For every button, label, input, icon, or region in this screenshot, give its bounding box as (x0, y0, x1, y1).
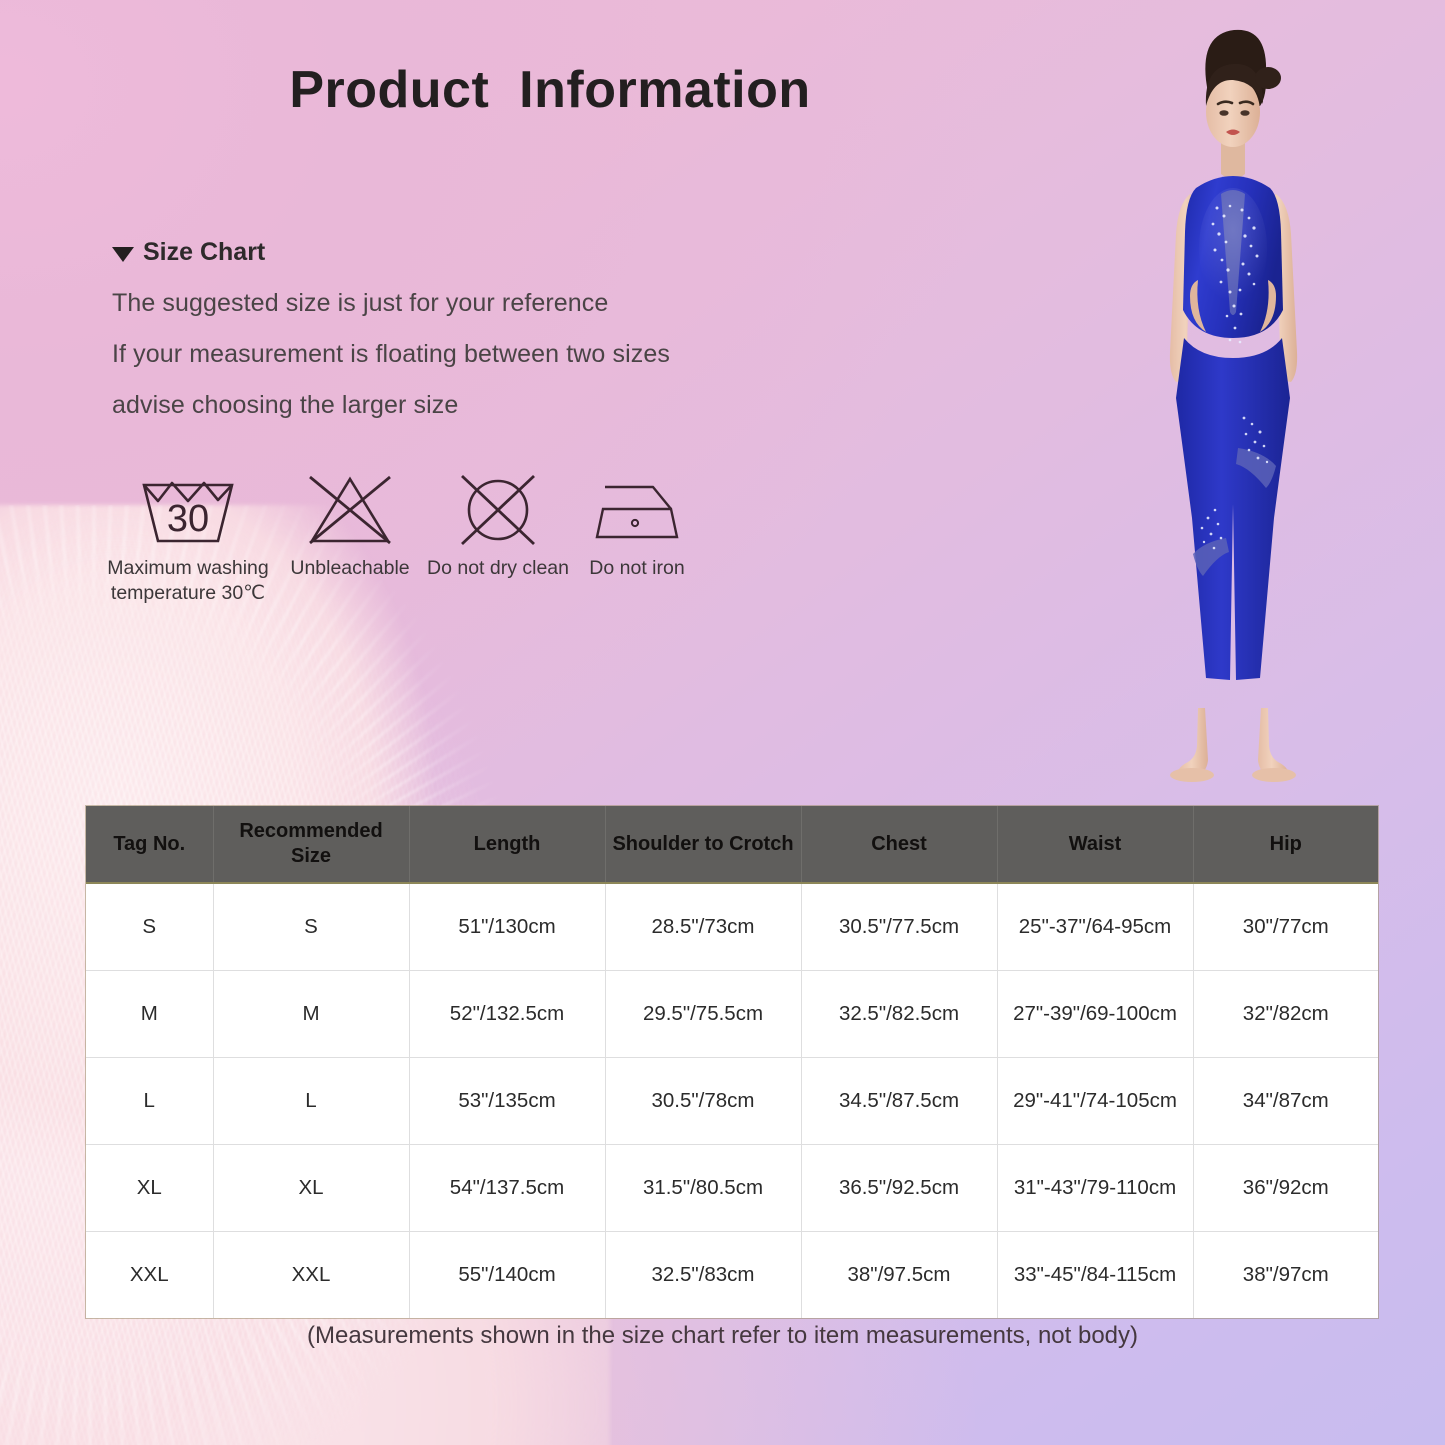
cell-length: 54"/137.5cm (409, 1144, 606, 1232)
cell-length: 55"/140cm (409, 1231, 606, 1318)
cell-waist: 33"-45"/84-115cm (997, 1231, 1194, 1318)
size-chart-table: Tag No. Recommended Size Length Shoulder… (86, 806, 1378, 1318)
care-symbol-do-not-dry-clean: Do not dry clean (424, 470, 572, 581)
cell-shoulder-to-crotch: 29.5"/75.5cm (605, 970, 802, 1058)
cell-hip: 38"/97cm (1193, 1231, 1378, 1318)
cell-hip: 36"/92cm (1193, 1144, 1378, 1232)
cell-recommended-size: S (213, 883, 410, 971)
column-header-tag-no: Tag No. (86, 806, 214, 884)
table-row: L L 53"/135cm 30.5"/78cm 34.5"/87.5cm 29… (86, 1057, 1378, 1145)
care-label-dryclean: Do not dry clean (427, 557, 569, 579)
cell-recommended-size: L (213, 1057, 410, 1145)
cell-shoulder-to-crotch: 28.5"/73cm (605, 883, 802, 971)
cell-recommended-size: XL (213, 1144, 410, 1232)
size-chart-section: Size Chart The suggested size is just fo… (112, 238, 670, 420)
cell-length: 53"/135cm (409, 1057, 606, 1145)
column-header-waist: Waist (997, 806, 1194, 884)
cell-tag-no: XXL (86, 1231, 214, 1318)
cell-recommended-size: XXL (213, 1231, 410, 1318)
size-note-1: The suggested size is just for your refe… (112, 289, 609, 317)
column-header-recommended-size: Recommended Size (213, 806, 410, 884)
care-symbols-row: 30 Maximum washing temperature 30℃ Unble… (100, 470, 702, 606)
cell-shoulder-to-crotch: 32.5"/83cm (605, 1231, 802, 1318)
do-not-bleach-triangle-icon (302, 470, 398, 550)
column-header-hip: Hip (1193, 806, 1378, 884)
cell-tag-no: L (86, 1057, 214, 1145)
cell-chest: 30.5"/77.5cm (801, 883, 998, 971)
cell-waist: 31"-43"/79-110cm (997, 1144, 1194, 1232)
size-chart-heading: Size Chart (112, 238, 670, 267)
cell-waist: 29"-41"/74-105cm (997, 1057, 1194, 1145)
triangle-down-icon (112, 246, 134, 262)
svg-text:30: 30 (167, 498, 209, 540)
table-row: XL XL 54"/137.5cm 31.5"/80.5cm 36.5"/92.… (86, 1144, 1378, 1232)
wash-tub-30-icon: 30 (134, 470, 242, 550)
table-row: XXL XXL 55"/140cm 32.5"/83cm 38"/97.5cm … (86, 1231, 1378, 1318)
care-symbol-unbleachable: Unbleachable (276, 470, 424, 581)
cell-chest: 32.5"/82.5cm (801, 970, 998, 1058)
cell-chest: 36.5"/92.5cm (801, 1144, 998, 1232)
size-note-2: If your measurement is floating between … (112, 340, 670, 368)
cell-hip: 34"/87cm (1193, 1057, 1378, 1145)
do-not-dry-clean-circle-icon (453, 470, 543, 550)
care-symbol-wash-30: 30 Maximum washing temperature 30℃ (100, 470, 276, 606)
cell-recommended-size: M (213, 970, 410, 1058)
cell-chest: 34.5"/87.5cm (801, 1057, 998, 1145)
column-header-chest: Chest (801, 806, 998, 884)
care-symbol-do-not-iron: Do not iron (572, 470, 702, 581)
table-row: M M 52"/132.5cm 29.5"/75.5cm 32.5"/82.5c… (86, 970, 1378, 1058)
care-label-wash: Maximum washing temperature 30℃ (107, 557, 269, 604)
model-wearing-blue-rhinestone-unitard (1118, 18, 1348, 808)
cell-shoulder-to-crotch: 30.5"/78cm (605, 1057, 802, 1145)
column-header-length: Length (409, 806, 606, 884)
cell-length: 52"/132.5cm (409, 970, 606, 1058)
measurement-disclaimer: (Measurements shown in the size chart re… (306, 1322, 1139, 1349)
cell-tag-no: S (86, 883, 214, 971)
size-note-3: advise choosing the larger size (112, 391, 459, 419)
cell-tag-no: XL (86, 1144, 214, 1232)
cell-waist: 25"-37"/64-95cm (997, 883, 1194, 971)
cell-shoulder-to-crotch: 31.5"/80.5cm (605, 1144, 802, 1232)
table-row: S S 51"/130cm 28.5"/73cm 30.5"/77.5cm 25… (86, 883, 1378, 971)
cell-hip: 32"/82cm (1193, 970, 1378, 1058)
do-not-iron-icon (591, 470, 683, 550)
product-information-page: Product Information Size Chart The sugge… (0, 0, 1445, 1445)
column-header-shoulder-to-crotch: Shoulder to Crotch (605, 806, 802, 884)
page-title: Product Information (289, 61, 811, 119)
cell-chest: 38"/97.5cm (801, 1231, 998, 1318)
care-label-bleach: Unbleachable (290, 557, 410, 579)
care-label-iron: Do not iron (589, 557, 685, 579)
table-header-row: Tag No. Recommended Size Length Shoulder… (86, 806, 1378, 884)
cell-length: 51"/130cm (409, 883, 606, 971)
cell-hip: 30"/77cm (1193, 883, 1378, 971)
cell-waist: 27"-39"/69-100cm (997, 970, 1194, 1058)
size-chart-label: Size Chart (143, 238, 266, 266)
cell-tag-no: M (86, 970, 214, 1058)
